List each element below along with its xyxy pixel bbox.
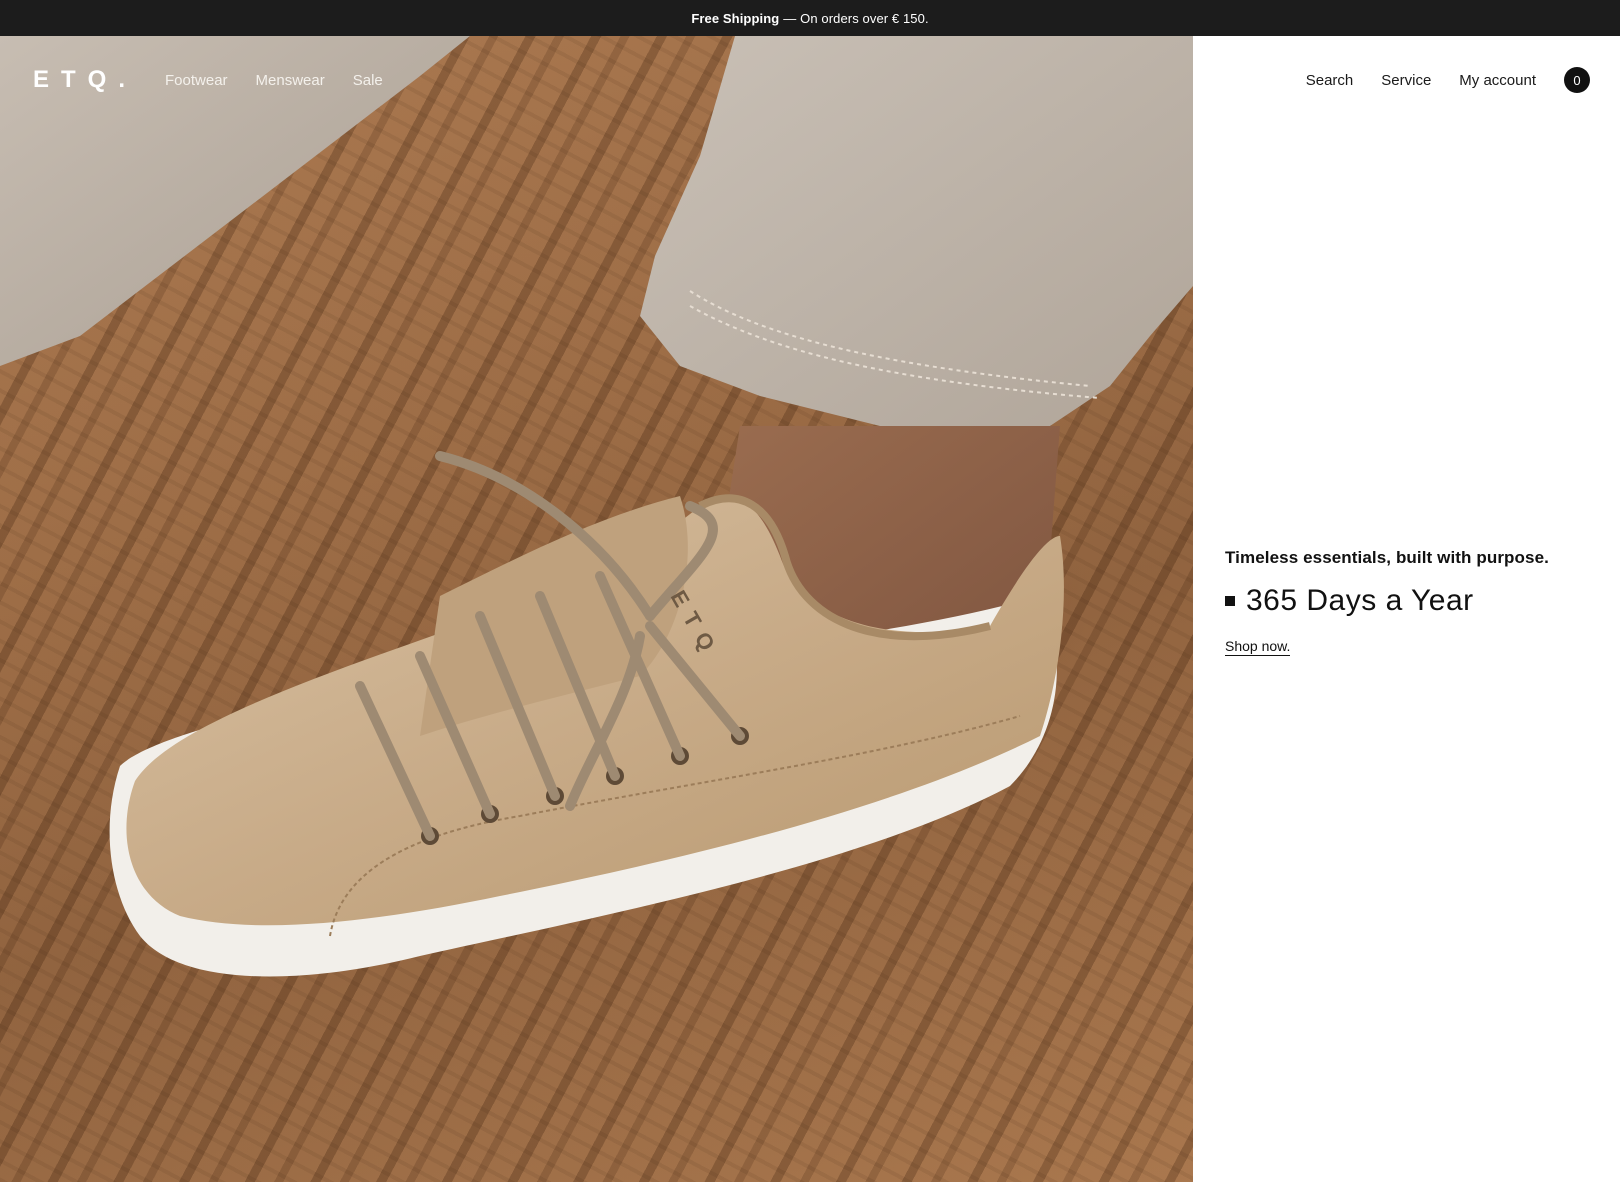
brand-logo[interactable]: ETQ. bbox=[33, 66, 137, 94]
nav-sale[interactable]: Sale bbox=[353, 72, 383, 89]
hero-illustration: ETQ bbox=[0, 36, 1193, 977]
announcement-text: — On orders over € 150. bbox=[783, 10, 929, 26]
cart-count-badge[interactable]: 0 bbox=[1564, 67, 1590, 93]
hero-image[interactable]: ETQ bbox=[0, 36, 1193, 1182]
announcement-bar: Free Shipping — On orders over € 150. bbox=[0, 0, 1620, 36]
nav-menswear[interactable]: Menswear bbox=[256, 72, 325, 89]
promo-headline-row: 365 Days a Year bbox=[1225, 584, 1605, 618]
nav-my-account[interactable]: My account bbox=[1459, 72, 1536, 89]
promo-headline: 365 Days a Year bbox=[1246, 584, 1474, 617]
trouser-right bbox=[640, 36, 1193, 431]
nav-footwear[interactable]: Footwear bbox=[165, 72, 228, 89]
promo-tagline: Timeless essentials, built with purpose. bbox=[1225, 548, 1549, 567]
utility-nav: Search Service My account 0 bbox=[1278, 36, 1620, 124]
main-nav: ETQ. Footwear Menswear Sale bbox=[0, 36, 411, 124]
shop-now-link[interactable]: Shop now. bbox=[1225, 638, 1291, 656]
square-bullet-icon bbox=[1225, 596, 1235, 606]
nav-search[interactable]: Search bbox=[1306, 72, 1354, 89]
promo-panel: Timeless essentials, built with purpose.… bbox=[1225, 548, 1605, 656]
nav-service[interactable]: Service bbox=[1381, 72, 1431, 89]
announcement-bold: Free Shipping bbox=[691, 10, 780, 26]
